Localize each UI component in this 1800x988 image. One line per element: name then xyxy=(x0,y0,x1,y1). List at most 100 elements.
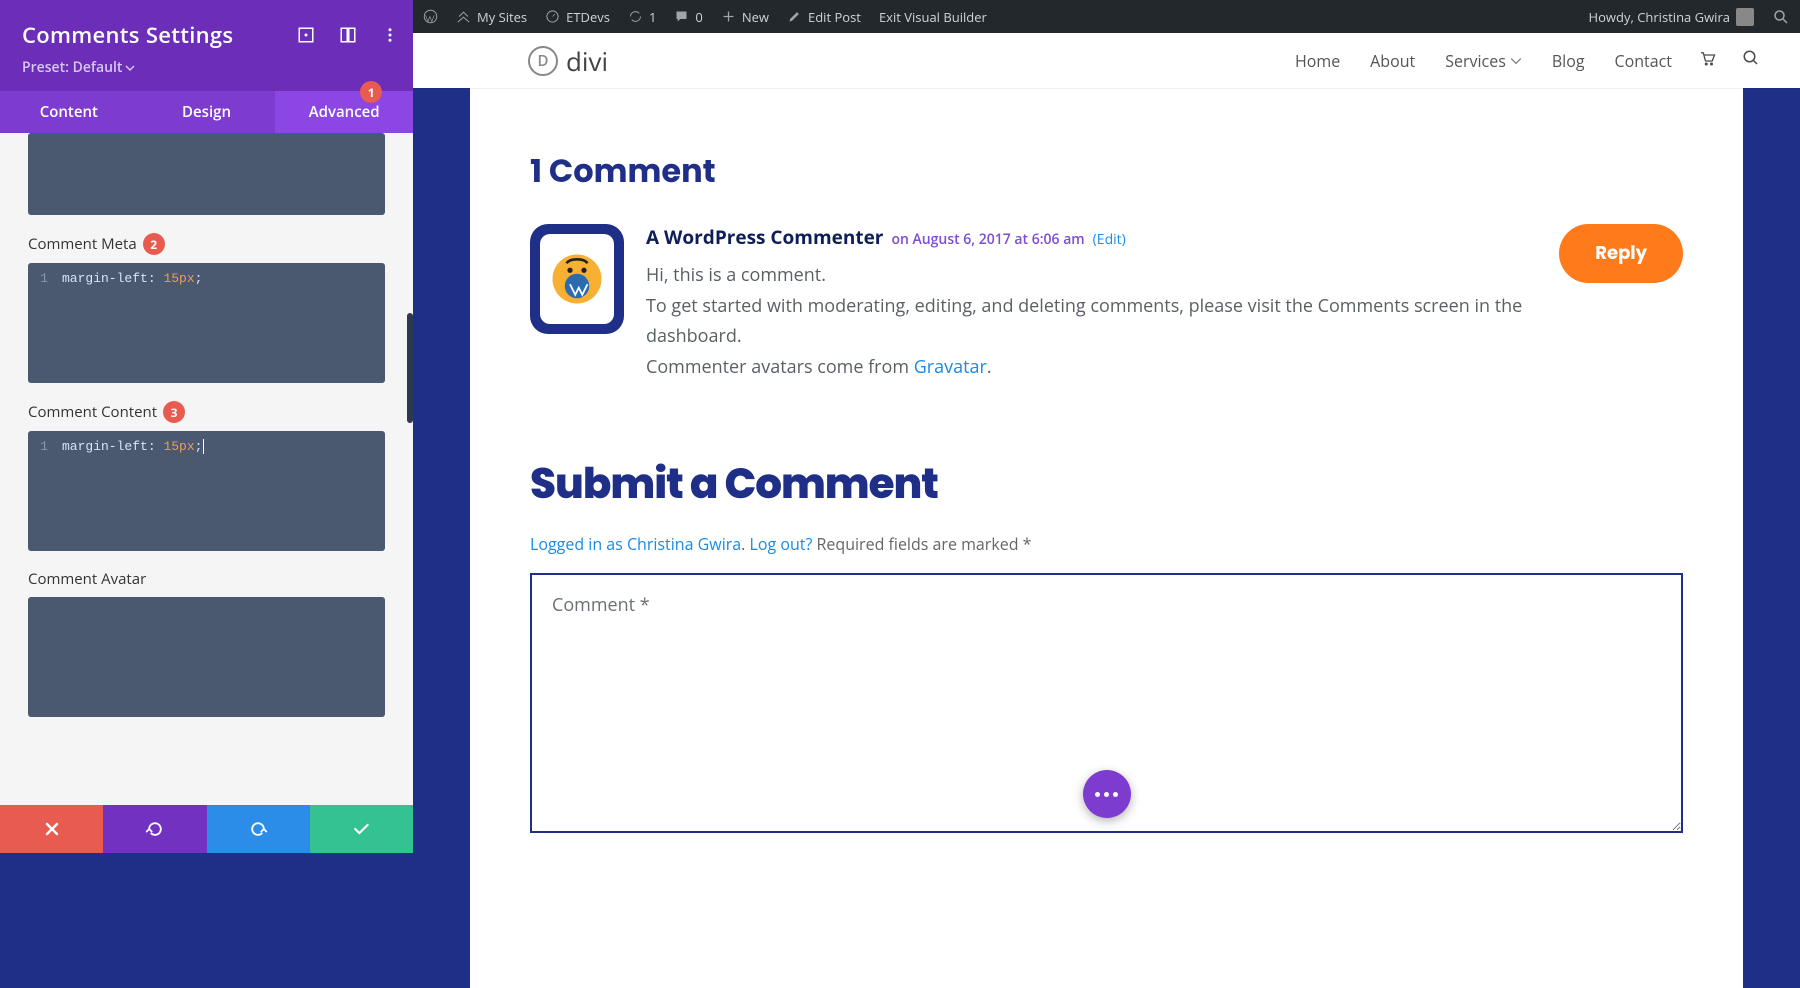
code-editor-content[interactable]: 1 margin-left: 15px; xyxy=(28,431,385,551)
comment-line3c: . xyxy=(987,355,992,379)
more-icon[interactable] xyxy=(381,26,399,44)
edit-post-label: Edit Post xyxy=(808,8,861,26)
updates-count: 1 xyxy=(649,8,656,26)
comments-link[interactable]: 0 xyxy=(674,8,702,26)
discard-button[interactable] xyxy=(0,805,103,853)
sidebar-header-icons xyxy=(297,26,399,44)
code-editor-prev[interactable] xyxy=(28,133,385,215)
pencil-icon xyxy=(787,9,802,24)
chevron-down-icon xyxy=(1510,55,1522,67)
comment-item: A WordPress Commenter on August 6, 2017 … xyxy=(530,224,1683,382)
updates-link[interactable]: 1 xyxy=(628,8,656,26)
line-number: 1 xyxy=(38,439,48,454)
search-icon[interactable] xyxy=(1742,49,1760,72)
css-val: 15px xyxy=(163,439,194,454)
builder-fab[interactable] xyxy=(1083,770,1131,818)
comment-line2: To get started with moderating, editing,… xyxy=(646,291,1539,352)
sidebar-tabs: Content Design Advanced 1 xyxy=(0,91,413,133)
nav-home[interactable]: Home xyxy=(1295,50,1340,72)
tab-content[interactable]: Content xyxy=(0,91,138,133)
tab-advanced[interactable]: Advanced 1 xyxy=(275,91,413,133)
wpbar-left: My Sites ETDevs 1 0 New Edit Post Exit V… xyxy=(423,8,987,26)
code-editor-meta[interactable]: 1 margin-left: 15px; xyxy=(28,263,385,383)
sep: . xyxy=(741,533,749,555)
my-sites-label: My Sites xyxy=(477,8,527,26)
section-comment-meta: Comment Meta 2 xyxy=(28,233,385,255)
comment-left: A WordPress Commenter on August 6, 2017 … xyxy=(530,224,1539,382)
comment-head: A WordPress Commenter on August 6, 2017 … xyxy=(646,224,1539,250)
gravatar-link[interactable]: Gravatar xyxy=(914,355,987,379)
comment-meta: on August 6, 2017 at 6:06 am xyxy=(891,230,1084,249)
site-logo[interactable]: D divi xyxy=(528,43,608,79)
comments-heading: 1 Comment xyxy=(530,148,1683,196)
sidebar-footer xyxy=(0,805,413,853)
section-comment-avatar: Comment Avatar xyxy=(28,569,385,589)
chevron-down-icon xyxy=(125,63,135,73)
dot-icon xyxy=(1113,792,1118,797)
redo-button[interactable] xyxy=(207,805,310,853)
my-sites-link[interactable]: My Sites xyxy=(456,8,527,26)
comment-avatar xyxy=(530,224,624,334)
logout-link[interactable]: Log out? xyxy=(750,533,813,555)
plus-icon xyxy=(721,9,736,24)
howdy-link[interactable]: Howdy, Christina Gwira xyxy=(1589,8,1754,26)
save-button[interactable] xyxy=(310,805,413,853)
site-name-link[interactable]: ETDevs xyxy=(545,8,610,26)
page-content: 1 Comment A Wo xyxy=(470,88,1743,988)
comments-count: 0 xyxy=(695,8,702,26)
logged-in-link[interactable]: Logged in as Christina Gwira xyxy=(530,533,741,555)
wpbar-right: Howdy, Christina Gwira xyxy=(1589,8,1790,26)
logo-mark: D xyxy=(528,46,558,76)
tab-design[interactable]: Design xyxy=(138,91,276,133)
section-label-text: Comment Avatar xyxy=(28,569,146,589)
sites-icon xyxy=(456,9,471,24)
comment-edit-link[interactable]: (Edit) xyxy=(1093,230,1126,249)
css-prop: margin-left: xyxy=(62,271,156,286)
comment-line3: Commenter avatars come from Gravatar. xyxy=(646,352,1539,383)
nav-services[interactable]: Services xyxy=(1445,50,1522,72)
wapuu-icon xyxy=(549,251,605,307)
wp-logo[interactable] xyxy=(423,9,438,24)
wp-admin-bar: My Sites ETDevs 1 0 New Edit Post Exit V… xyxy=(413,0,1800,33)
nav-contact[interactable]: Contact xyxy=(1615,50,1672,72)
sidebar-header: Comments Settings Preset: Default xyxy=(0,0,413,91)
split-view-icon[interactable] xyxy=(339,26,357,44)
sidebar-body: Comment Meta 2 1 margin-left: 15px; Comm… xyxy=(0,133,413,805)
comment-icon xyxy=(674,9,689,24)
user-avatar-icon xyxy=(1736,8,1754,26)
code-line: 1 margin-left: 15px; xyxy=(38,439,375,454)
reply-button[interactable]: Reply xyxy=(1559,224,1683,283)
exit-vb-label: Exit Visual Builder xyxy=(879,8,987,26)
edit-post-link[interactable]: Edit Post xyxy=(787,8,861,26)
section-label-text: Comment Content xyxy=(28,402,157,422)
dot-icon xyxy=(1095,792,1100,797)
howdy-label: Howdy, Christina Gwira xyxy=(1589,8,1730,26)
login-line: Logged in as Christina Gwira. Log out? R… xyxy=(530,533,1683,555)
site-name-label: ETDevs xyxy=(566,8,610,26)
new-label: New xyxy=(742,8,769,26)
code-editor-avatar[interactable] xyxy=(28,597,385,717)
comment-line3a: Commenter avatars come from xyxy=(646,355,914,379)
main-area: My Sites ETDevs 1 0 New Edit Post Exit V… xyxy=(413,0,1800,853)
section-comment-content: Comment Content 3 xyxy=(28,401,385,423)
nav-about[interactable]: About xyxy=(1370,50,1415,72)
css-semi: ; xyxy=(195,271,203,286)
css-val: 15px xyxy=(163,271,194,286)
cart-icon[interactable] xyxy=(1698,49,1716,72)
css-prop: margin-left: xyxy=(62,439,156,454)
submit-heading: Submit a Comment xyxy=(530,452,1683,515)
nav-blog[interactable]: Blog xyxy=(1552,50,1585,72)
comment-text: Hi, this is a comment. To get started wi… xyxy=(646,260,1539,382)
dot-icon xyxy=(1104,792,1109,797)
tab-advanced-label: Advanced xyxy=(309,102,380,122)
section-badge: 3 xyxy=(163,401,185,423)
responsive-icon[interactable] xyxy=(297,26,315,44)
settings-sidebar: Comments Settings Preset: Default Conten… xyxy=(0,0,413,853)
preset-dropdown[interactable]: Preset: Default xyxy=(22,58,135,77)
undo-button[interactable] xyxy=(103,805,206,853)
css-semi: ; xyxy=(195,439,203,454)
exit-vb-link[interactable]: Exit Visual Builder xyxy=(879,8,987,26)
comment-body: A WordPress Commenter on August 6, 2017 … xyxy=(646,224,1539,382)
admin-search[interactable] xyxy=(1772,8,1790,26)
new-link[interactable]: New xyxy=(721,8,769,26)
